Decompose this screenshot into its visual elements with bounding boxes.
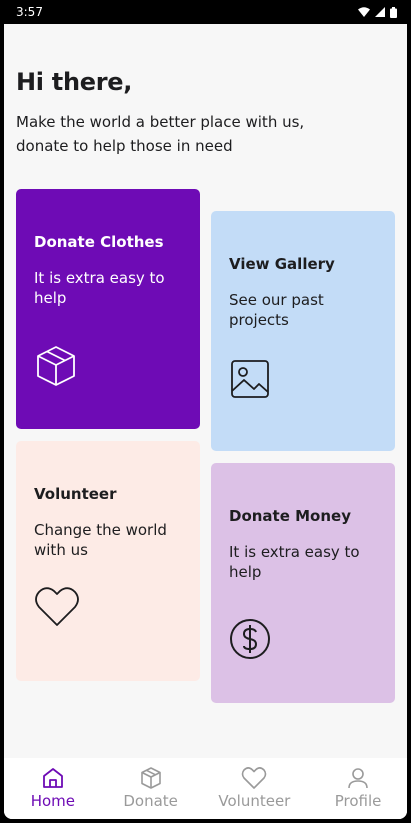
nav-home-label: Home (30, 791, 76, 810)
nav-home[interactable]: Home (23, 766, 83, 810)
image-icon (231, 360, 269, 398)
nav-profile[interactable]: Profile (328, 766, 388, 810)
page-subtitle: Make the world a better place with us, d… (16, 113, 305, 155)
wifi-icon (358, 7, 370, 17)
nav-donate-label: Donate (123, 791, 178, 810)
user-icon (348, 767, 368, 788)
page-title: Hi there, (16, 68, 133, 96)
status-icons (358, 6, 397, 18)
volunteer-card[interactable]: Volunteer Change the world with us (16, 441, 200, 681)
volunteer-title: Volunteer (34, 485, 117, 503)
nav-volunteer[interactable]: Volunteer (218, 766, 290, 810)
home-screen: Hi there, Make the world a better place … (4, 24, 407, 819)
status-bar: 3:57 (0, 0, 411, 24)
nav-profile-label: Profile (334, 791, 382, 810)
view-gallery-title: View Gallery (229, 255, 335, 273)
view-gallery-card[interactable]: View Gallery See our past projects (211, 211, 395, 451)
bottom-navigation: Home Donate Volunteer Profile (4, 758, 407, 819)
donate-money-description: It is extra easy to help (229, 543, 360, 581)
nav-donate[interactable]: Donate (121, 766, 181, 810)
heart-icon (35, 587, 79, 626)
heart-icon (242, 766, 267, 789)
donate-clothes-card[interactable]: Donate Clothes It is extra easy to help (16, 189, 200, 429)
volunteer-description: Change the world with us (34, 521, 167, 559)
status-time: 3:57 (16, 5, 43, 19)
battery-icon (390, 6, 397, 18)
view-gallery-description: See our past projects (229, 291, 324, 329)
signal-icon (375, 7, 385, 17)
box-icon (140, 766, 161, 789)
dollar-icon (230, 619, 270, 659)
nav-volunteer-label: Volunteer (218, 791, 291, 810)
donate-clothes-description: It is extra easy to help (34, 269, 165, 307)
home-icon (42, 767, 63, 788)
donate-clothes-title: Donate Clothes (34, 233, 164, 251)
donate-money-title: Donate Money (229, 507, 351, 525)
box-icon (37, 346, 75, 386)
donate-money-card[interactable]: Donate Money It is extra easy to help (211, 463, 395, 703)
